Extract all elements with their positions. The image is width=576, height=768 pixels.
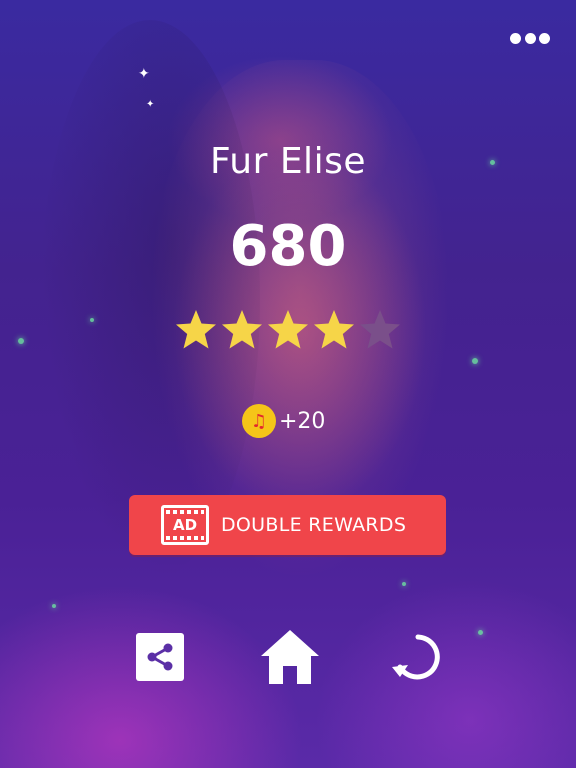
reward-row: ♫ +20: [242, 402, 325, 440]
star-icon: [268, 310, 308, 349]
film-strip: [166, 510, 204, 514]
glow-particle: [402, 582, 406, 586]
score-value: 680: [229, 214, 347, 279]
glow-particle: [18, 338, 24, 344]
glow-particle: [478, 630, 483, 635]
double-rewards-label: DOUBLE REWARDS: [221, 514, 407, 536]
share-icon: [136, 633, 184, 681]
home-icon: [261, 630, 319, 684]
more-options-button[interactable]: [510, 28, 550, 48]
ad-badge-text: AD: [172, 515, 198, 534]
star-icon: [222, 310, 262, 349]
double-rewards-button[interactable]: AD DOUBLE REWARDS: [129, 495, 446, 555]
sparkle-icon: ✦: [138, 66, 150, 82]
glow-particle: [472, 358, 478, 364]
more-dots-icon: [524, 32, 536, 44]
music-note-coin-icon: ♫: [242, 404, 276, 438]
ad-film-icon: AD: [161, 505, 209, 545]
replay-icon: [392, 634, 440, 680]
reward-amount: +20: [279, 408, 326, 434]
glow-particle: [52, 604, 56, 608]
sparkle-icon: ✦: [146, 99, 155, 110]
share-button[interactable]: [128, 625, 192, 689]
star-icon: [360, 310, 400, 349]
star-icon: [314, 310, 354, 349]
home-button[interactable]: [258, 625, 322, 689]
more-dots-icon: [539, 32, 550, 44]
glow-particle: [90, 318, 94, 322]
song-title: Fur Elise: [210, 141, 366, 182]
more-dots-icon: [510, 32, 521, 44]
star-icon: [176, 310, 216, 349]
film-strip: [166, 536, 204, 540]
star-rating: [174, 308, 402, 352]
replay-button[interactable]: [386, 625, 450, 689]
